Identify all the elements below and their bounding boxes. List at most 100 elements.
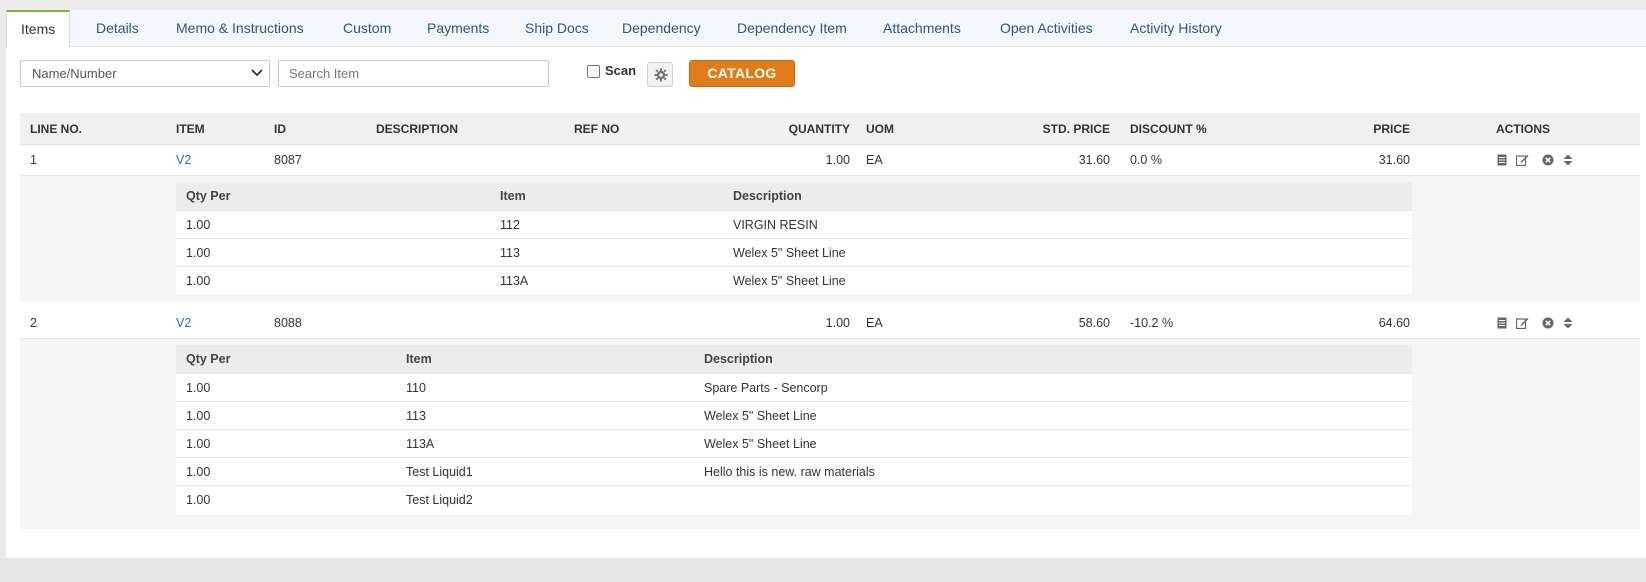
- components-header: Qty Per Item Description: [176, 182, 1412, 210]
- col-price[interactable]: PRICE: [1310, 113, 1410, 145]
- component-qty: 1.00: [186, 409, 211, 423]
- col-component-item: Item: [406, 352, 432, 366]
- item-id: 8087: [274, 153, 302, 167]
- tab-custom[interactable]: Custom: [343, 10, 391, 47]
- components-header: Qty Per Item Description: [176, 345, 1412, 373]
- col-quantity[interactable]: QUANTITY: [750, 113, 850, 145]
- sort-icon[interactable]: [1563, 317, 1575, 329]
- quantity: 1.00: [825, 153, 850, 167]
- gear-icon: [654, 68, 668, 82]
- search-item-input[interactable]: [278, 60, 549, 87]
- sort-icon[interactable]: [1563, 154, 1575, 166]
- items-panel: Items Details Memo & Instructions Custom…: [6, 10, 1646, 558]
- col-component-description: Description: [704, 352, 773, 366]
- uom: EA: [866, 316, 883, 330]
- col-actions: ACTIONS: [1496, 122, 1550, 136]
- edit-icon[interactable]: [1515, 154, 1529, 167]
- component-qty: 1.00: [186, 437, 211, 451]
- col-component-item: Item: [500, 189, 526, 203]
- scan-checkbox[interactable]: [587, 65, 600, 78]
- list-item: 1.00 113 Welex 5" Sheet Line: [176, 401, 1412, 431]
- col-discount[interactable]: DISCOUNT %: [1130, 113, 1207, 145]
- price: 64.60: [1378, 316, 1410, 330]
- col-id[interactable]: ID: [274, 113, 286, 145]
- item-link[interactable]: V2: [176, 145, 191, 175]
- component-item: 110: [406, 381, 426, 395]
- component-description: Welex 5" Sheet Line: [704, 437, 817, 451]
- components-table: Qty Per Item Description 1.00 110 Spare …: [176, 345, 1412, 515]
- col-qty-per: Qty Per: [186, 352, 231, 366]
- col-description[interactable]: DESCRIPTION: [376, 113, 458, 145]
- component-qty: 1.00: [186, 218, 211, 232]
- tab-bar: Items Details Memo & Instructions Custom…: [6, 10, 1646, 48]
- table-row[interactable]: 1 V2 8087 1.00 EA 31.60 0.0 % 31.60: [20, 145, 1640, 176]
- scan-label: Scan: [605, 63, 637, 78]
- remove-icon[interactable]: [1542, 317, 1554, 329]
- discount: -10.2 %: [1130, 316, 1174, 330]
- tab-dependency-item[interactable]: Dependency Item: [737, 10, 847, 47]
- col-ref-no[interactable]: REF NO: [574, 113, 619, 145]
- table-row[interactable]: 2 V2 8088 1.00 EA 58.60 -10.2 % 64.60: [20, 308, 1640, 339]
- list-item: 1.00 113A Welex 5" Sheet Line: [176, 429, 1412, 459]
- component-item: 112: [500, 218, 520, 232]
- details-icon[interactable]: [1496, 317, 1508, 329]
- price: 31.60: [1378, 153, 1410, 167]
- component-item: 113: [500, 246, 520, 260]
- components-table: Qty Per Item Description 1.00 112 VIRGIN…: [176, 182, 1412, 294]
- col-line-no[interactable]: LINE NO.: [30, 113, 82, 145]
- row-2-components: Qty Per Item Description 1.00 110 Spare …: [20, 339, 1640, 529]
- component-qty: 1.00: [186, 274, 211, 288]
- tab-activity-history[interactable]: Activity History: [1130, 10, 1222, 47]
- tab-attachments[interactable]: Attachments: [883, 10, 961, 47]
- component-qty: 1.00: [186, 493, 211, 507]
- col-std-price[interactable]: STD. PRICE: [1010, 113, 1110, 145]
- col-item[interactable]: ITEM: [176, 113, 205, 145]
- details-icon[interactable]: [1496, 154, 1508, 166]
- uom: EA: [866, 153, 883, 167]
- line-no: 1: [30, 153, 37, 167]
- component-description: Hello this is new. raw materials: [704, 465, 875, 479]
- tab-open-activities[interactable]: Open Activities: [1000, 10, 1093, 47]
- component-qty: 1.00: [186, 465, 211, 479]
- tab-details[interactable]: Details: [96, 10, 139, 47]
- list-item: 1.00 110 Spare Parts - Sencorp: [176, 373, 1412, 403]
- list-item: 1.00 Test Liquid2: [176, 485, 1412, 515]
- component-description: Welex 5" Sheet Line: [704, 409, 817, 423]
- tab-items[interactable]: Items: [6, 10, 71, 48]
- search-by-select[interactable]: Name/Number: [20, 60, 270, 87]
- items-table-header: LINE NO. ITEM ID DESCRIPTION REF NO QUAN…: [20, 113, 1640, 145]
- component-qty: 1.00: [186, 381, 211, 395]
- component-item: 113A: [406, 437, 435, 451]
- tab-ship-docs[interactable]: Ship Docs: [525, 10, 589, 47]
- catalog-button[interactable]: CATALOG: [689, 60, 795, 87]
- settings-button[interactable]: [647, 62, 673, 87]
- line-no: 2: [30, 316, 37, 330]
- discount: 0.0 %: [1130, 153, 1162, 167]
- row-1-components: Qty Per Item Description 1.00 112 VIRGIN…: [20, 176, 1640, 302]
- component-description: Spare Parts - Sencorp: [704, 381, 828, 395]
- component-item: Test Liquid1: [406, 465, 473, 479]
- component-item: Test Liquid2: [406, 493, 473, 507]
- component-qty: 1.00: [186, 246, 211, 260]
- list-item: 1.00 113A Welex 5" Sheet Line: [176, 266, 1412, 296]
- edit-icon[interactable]: [1515, 317, 1529, 330]
- std-price: 31.60: [1078, 153, 1110, 167]
- tab-memo-instructions[interactable]: Memo & Instructions: [176, 10, 304, 47]
- list-item: 1.00 Test Liquid1 Hello this is new. raw…: [176, 457, 1412, 487]
- component-item: 113: [406, 409, 426, 423]
- component-item: 113A: [500, 274, 529, 288]
- component-description: VIRGIN RESIN: [733, 218, 818, 232]
- remove-icon[interactable]: [1542, 154, 1554, 166]
- quantity: 1.00: [825, 316, 850, 330]
- col-uom[interactable]: UOM: [866, 113, 894, 145]
- item-id: 8088: [274, 316, 302, 330]
- tab-payments[interactable]: Payments: [427, 10, 489, 47]
- item-link[interactable]: V2: [176, 308, 191, 338]
- component-description: Welex 5" Sheet Line: [733, 274, 846, 288]
- chevron-down-icon: [251, 69, 263, 77]
- tab-dependency[interactable]: Dependency: [622, 10, 701, 47]
- component-description: Welex 5" Sheet Line: [733, 246, 846, 260]
- list-item: 1.00 113 Welex 5" Sheet Line: [176, 238, 1412, 268]
- col-qty-per: Qty Per: [186, 189, 231, 203]
- list-item: 1.00 112 VIRGIN RESIN: [176, 210, 1412, 240]
